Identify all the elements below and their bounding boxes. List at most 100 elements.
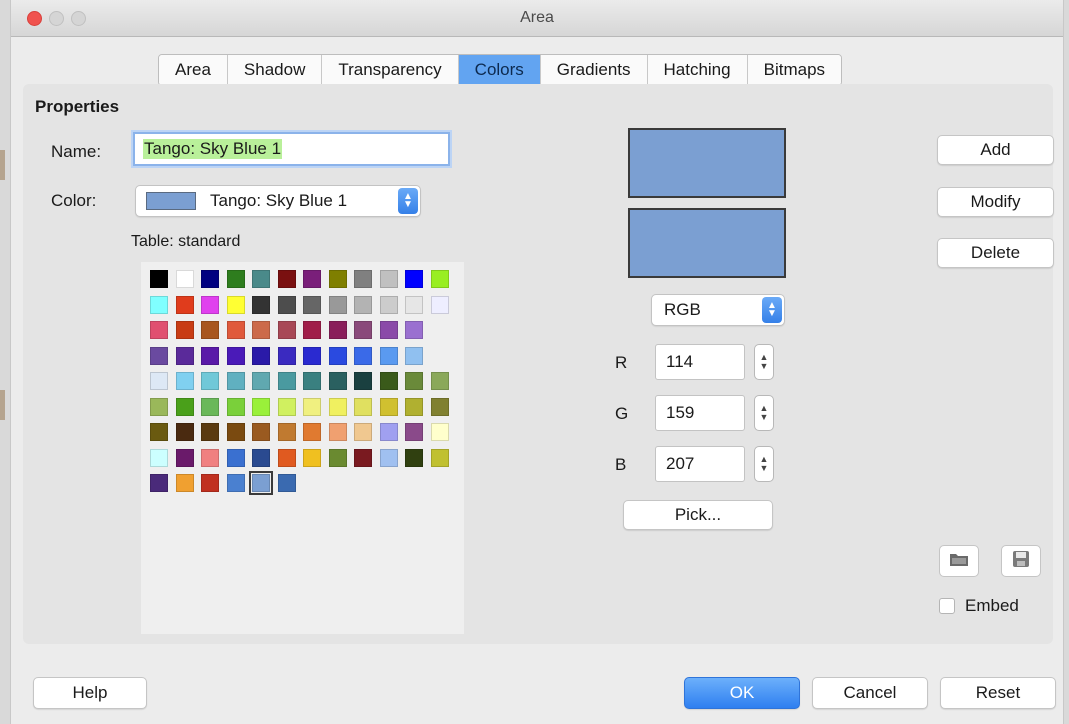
palette-swatch[interactable]	[303, 295, 321, 314]
palette-swatch[interactable]	[405, 321, 423, 339]
palette-swatch[interactable]	[328, 346, 347, 365]
palette-swatch[interactable]	[249, 471, 273, 495]
palette-swatch[interactable]	[379, 321, 398, 339]
palette-swatch[interactable]	[405, 270, 423, 288]
palette-swatch[interactable]	[328, 321, 347, 339]
save-color-list-button[interactable]	[1001, 545, 1041, 577]
palette-swatch[interactable]	[405, 397, 423, 416]
palette-swatch[interactable]	[354, 423, 372, 441]
g-input[interactable]: 159	[655, 395, 745, 431]
palette-swatch[interactable]	[252, 423, 270, 441]
palette-swatch[interactable]	[252, 270, 270, 288]
palette-swatch[interactable]	[277, 321, 296, 339]
palette-swatch[interactable]	[175, 321, 194, 339]
delete-button[interactable]: Delete	[937, 238, 1054, 268]
palette-swatch[interactable]	[277, 346, 296, 365]
palette-swatch[interactable]	[175, 295, 194, 314]
color-select[interactable]: Tango: Sky Blue 1 ▲ ▼	[135, 185, 421, 217]
palette-swatch[interactable]	[379, 423, 398, 441]
palette-swatch[interactable]	[175, 423, 194, 441]
palette-swatch[interactable]	[150, 372, 168, 390]
palette-swatch[interactable]	[175, 346, 194, 365]
palette-swatch[interactable]	[226, 321, 245, 339]
palette-swatch[interactable]	[277, 397, 296, 416]
palette-swatch[interactable]	[303, 270, 321, 288]
palette-swatch[interactable]	[201, 270, 219, 288]
palette-swatch[interactable]	[328, 270, 347, 288]
add-button[interactable]: Add	[937, 135, 1054, 165]
cancel-button[interactable]: Cancel	[812, 677, 928, 709]
palette-swatch[interactable]	[328, 372, 347, 390]
palette-swatch[interactable]	[303, 423, 321, 441]
palette-swatch[interactable]	[150, 321, 168, 339]
palette-swatch[interactable]	[150, 346, 168, 365]
palette-swatch[interactable]	[430, 423, 449, 441]
color-model-select[interactable]: RGB ▲ ▼	[651, 294, 785, 326]
palette-swatch[interactable]	[150, 270, 168, 288]
palette-swatch[interactable]	[201, 397, 219, 416]
pick-button[interactable]: Pick...	[623, 500, 773, 530]
palette-swatch[interactable]	[201, 372, 219, 390]
palette-swatch[interactable]	[150, 474, 168, 492]
palette-swatch[interactable]	[277, 295, 296, 314]
ok-button[interactable]: OK	[684, 677, 800, 709]
tab-transparency[interactable]: Transparency	[322, 55, 459, 85]
palette-swatch[interactable]	[226, 270, 245, 288]
palette-swatch[interactable]	[303, 448, 321, 467]
g-spinner[interactable]: ▲ ▼	[754, 395, 774, 431]
palette-swatch[interactable]	[277, 474, 296, 492]
palette-swatch[interactable]	[430, 270, 449, 288]
palette-swatch[interactable]	[277, 372, 296, 390]
palette-swatch[interactable]	[405, 346, 423, 365]
b-input[interactable]: 207	[655, 446, 745, 482]
palette-swatch[interactable]	[175, 474, 194, 492]
palette-swatch[interactable]	[252, 397, 270, 416]
palette-swatch[interactable]	[328, 423, 347, 441]
palette-swatch[interactable]	[150, 295, 168, 314]
palette-swatch[interactable]	[277, 423, 296, 441]
palette-swatch[interactable]	[252, 321, 270, 339]
reset-button[interactable]: Reset	[940, 677, 1056, 709]
palette-swatch[interactable]	[354, 397, 372, 416]
load-color-list-button[interactable]	[939, 545, 979, 577]
palette-swatch[interactable]	[201, 423, 219, 441]
embed-checkbox[interactable]	[939, 598, 955, 614]
modify-button[interactable]: Modify	[937, 187, 1054, 217]
palette-swatch[interactable]	[252, 295, 270, 314]
b-spinner[interactable]: ▲ ▼	[754, 446, 774, 482]
palette-swatch[interactable]	[303, 397, 321, 416]
palette-swatch[interactable]	[354, 295, 372, 314]
palette-swatch[interactable]	[175, 270, 194, 288]
palette-swatch[interactable]	[430, 295, 449, 314]
palette-swatch[interactable]	[303, 372, 321, 390]
palette-swatch[interactable]	[379, 346, 398, 365]
palette-swatch[interactable]	[405, 372, 423, 390]
palette-swatch[interactable]	[252, 448, 270, 467]
tab-bitmaps[interactable]: Bitmaps	[747, 55, 842, 85]
palette-swatch[interactable]	[226, 448, 245, 467]
palette-swatch[interactable]	[328, 295, 347, 314]
palette-swatch[interactable]	[303, 346, 321, 365]
palette-swatch[interactable]	[379, 270, 398, 288]
palette-swatch[interactable]	[150, 423, 168, 441]
palette-swatch[interactable]	[226, 295, 245, 314]
palette-swatch[interactable]	[379, 372, 398, 390]
palette-swatch[interactable]	[430, 448, 449, 467]
tab-area[interactable]: Area	[159, 55, 228, 85]
palette-swatch[interactable]	[226, 372, 245, 390]
palette-swatch[interactable]	[379, 448, 398, 467]
palette-swatch[interactable]	[150, 397, 168, 416]
r-input[interactable]: 114	[655, 344, 745, 380]
palette-swatch[interactable]	[201, 346, 219, 365]
tab-hatching[interactable]: Hatching	[647, 55, 748, 85]
help-button[interactable]: Help	[33, 677, 147, 709]
palette-swatch[interactable]	[354, 346, 372, 365]
palette-swatch[interactable]	[379, 397, 398, 416]
palette-swatch[interactable]	[252, 372, 270, 390]
tab-shadow[interactable]: Shadow	[227, 55, 323, 85]
tab-colors[interactable]: Colors	[458, 55, 541, 85]
palette-swatch[interactable]	[201, 321, 219, 339]
palette-swatch[interactable]	[226, 474, 245, 492]
palette-swatch[interactable]	[354, 448, 372, 467]
palette-swatch[interactable]	[226, 346, 245, 365]
